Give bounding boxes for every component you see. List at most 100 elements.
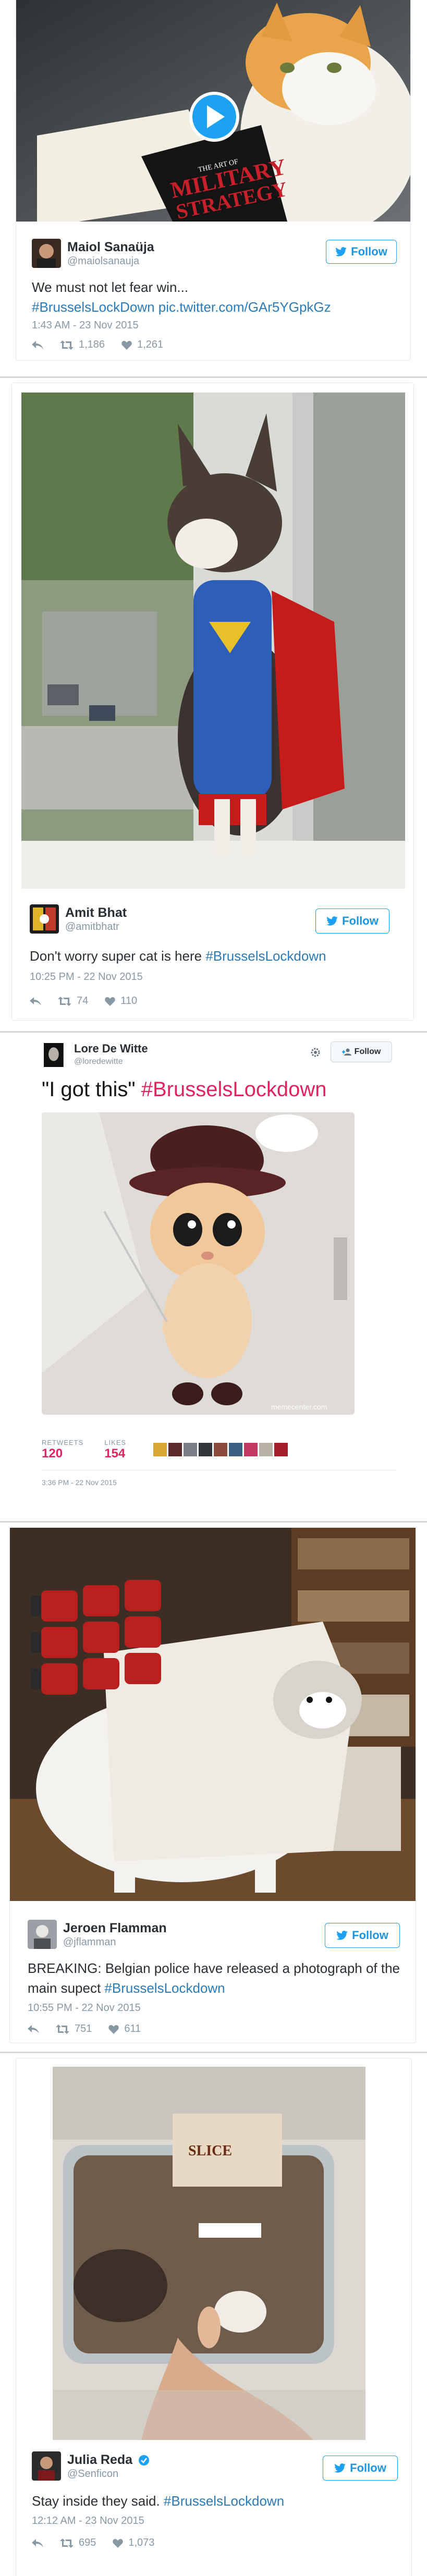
retweet-stat[interactable]: RETWEETS 120 [42,1439,83,1461]
tweet-text-plain: We must not let fear win... [32,279,189,295]
tweet-author[interactable]: Lore De Witte @loredewitte [44,1040,148,1070]
tweet-author[interactable]: Amit Bhat @amitbhatr [30,904,127,934]
retweet-button[interactable]: 695 [60,2537,96,2549]
tweet-hashtag-link[interactable]: #BrusselsLockdown [164,2493,284,2509]
avatar[interactable] [44,1040,68,1070]
tweet-text: "I got this" #BrusselsLockdown [42,1078,326,1101]
tweet-timestamp[interactable]: 12:12 AM - 23 Nov 2015 [32,2515,144,2527]
avatar[interactable] [214,1443,227,1456]
display-name[interactable]: Jeroen Flamman [63,1920,167,1936]
reply-button[interactable] [30,997,41,1005]
avatar[interactable] [168,1443,182,1456]
follow-label: Follow [342,914,379,927]
tweet-photo[interactable]: SLICE [53,2067,365,2440]
retweet-button[interactable]: 74 [58,995,88,1007]
like-stat[interactable]: LIKES 154 [104,1439,126,1461]
tweet-hashtag-link[interactable]: #BrusselsLockdown [104,1980,225,1996]
tweet-photo[interactable] [21,392,405,889]
follow-label: Follow [351,245,387,258]
avatar[interactable] [274,1443,288,1456]
puss-in-boots-kitten-image: memecenter.com [42,1112,355,1415]
avatar[interactable] [32,2451,61,2481]
play-icon[interactable] [189,92,239,142]
avatar[interactable] [199,1443,212,1456]
follow-button[interactable]: Follow [325,1923,400,1948]
tweet-timestamp[interactable]: 3:36 PM - 22 Nov 2015 [42,1478,117,1487]
avatar[interactable] [30,904,59,934]
tweet-text: Don't worry super cat is here #BrusselsL… [30,946,395,966]
tweet-hashtag-link[interactable]: #BrusselsLockDown pic.twitter.com/GAr5YG… [32,297,392,317]
heart-icon [113,2538,124,2548]
tweet-actions: 751 611 [28,2023,141,2035]
like-button[interactable]: 110 [105,995,137,1007]
display-name[interactable]: Lore De Witte [74,1042,148,1056]
reply-icon [28,2025,39,2033]
display-name[interactable]: Amit Bhat [65,905,127,921]
reply-button[interactable] [32,2538,43,2547]
heart-icon [108,2025,119,2034]
heart-icon [121,340,132,350]
like-button[interactable]: 1,073 [113,2537,154,2549]
tweet-author[interactable]: Maiol Sanaüja @maiolsanauja [32,239,154,268]
tweet-text-plain: "I got this" [42,1078,141,1101]
follow-label: Follow [352,1929,388,1942]
separator [0,2052,427,2053]
follow-button[interactable]: Follow [326,240,397,264]
display-name-text: Julia Reda [67,2452,133,2467]
tweet-photo[interactable]: memecenter.com [42,1112,355,1415]
user-handle[interactable]: @maiolsanauja [67,255,154,267]
tweet-stats: RETWEETS 120 LIKES 154 [42,1439,126,1461]
avatar[interactable] [259,1443,273,1456]
heart-icon [105,997,115,1006]
add-user-icon [341,1048,351,1056]
tweet-text: BREAKING: Belgian police have released a… [28,1958,403,1998]
tweet-hashtag-link[interactable]: #BrusselsLockdown [205,948,326,964]
tweet-text-plain: Don't worry super cat is here [30,948,206,964]
verified-icon [139,2455,150,2466]
avatar[interactable] [28,1920,57,1949]
like-count: 1,261 [137,339,164,350]
user-handle[interactable]: @jflamman [63,1936,167,1948]
tweet-actions: 74 110 [30,995,137,1007]
display-name[interactable]: Maiol Sanaüja [67,239,154,255]
avatar[interactable] [184,1443,197,1456]
tweet-card-1: THE ART OF MILITARY STRATEGY Maiol Sanaü… [16,0,411,361]
tweet-card-5: SLICE Julia Reda @Senficon Follow Stay i… [16,2058,412,2576]
like-button[interactable]: 611 [108,2023,141,2035]
tweet-actions: 695 1,073 [32,2537,154,2549]
reply-button[interactable] [32,340,43,349]
avatar[interactable] [32,239,61,268]
tweet-author[interactable]: Julia Reda @Senficon [32,2451,150,2481]
separator [0,1031,427,1033]
tweet-video-thumbnail[interactable]: THE ART OF MILITARY STRATEGY [16,0,410,222]
retweet-count: 1,186 [79,339,105,350]
follow-button[interactable]: Follow [323,2456,398,2481]
retweet-count: 120 [42,1446,63,1461]
follow-button[interactable]: Follow [315,909,389,934]
retweet-count: 751 [75,2023,92,2034]
avatar[interactable] [153,1443,167,1456]
retweet-icon [58,996,71,1006]
retweet-button[interactable]: 751 [56,2023,92,2035]
tweet-timestamp[interactable]: 10:25 PM - 22 Nov 2015 [30,971,143,983]
user-handle[interactable]: @amitbhatr [65,921,127,933]
tweet-timestamp[interactable]: 10:55 PM - 22 Nov 2015 [28,2002,141,2014]
like-count: 1,073 [128,2537,155,2548]
tweet-author[interactable]: Jeroen Flamman @jflamman [28,1920,167,1949]
avatar[interactable] [229,1443,242,1456]
box-label-text: SLICE [188,2143,232,2159]
tweet-hashtag-link[interactable]: #BrusselsLockdown [141,1078,327,1101]
retweet-button[interactable]: 1,186 [60,339,105,351]
like-button[interactable]: 1,261 [121,339,163,351]
user-handle[interactable]: @Senficon [67,2468,150,2480]
reply-button[interactable] [28,2025,39,2033]
user-handle[interactable]: @loredewitte [74,1056,148,1068]
tweet-photo[interactable] [10,1528,416,1901]
tweet-card-4: Jeroen Flamman @jflamman Follow BREAKING… [9,1527,416,2043]
display-name[interactable]: Julia Reda [67,2452,150,2468]
avatar[interactable] [244,1443,258,1456]
follow-button[interactable]: Follow [331,1041,392,1062]
follow-label: Follow [354,1047,381,1056]
tweet-timestamp[interactable]: 1:43 AM - 23 Nov 2015 [32,320,139,332]
gear-icon[interactable] [310,1047,321,1061]
